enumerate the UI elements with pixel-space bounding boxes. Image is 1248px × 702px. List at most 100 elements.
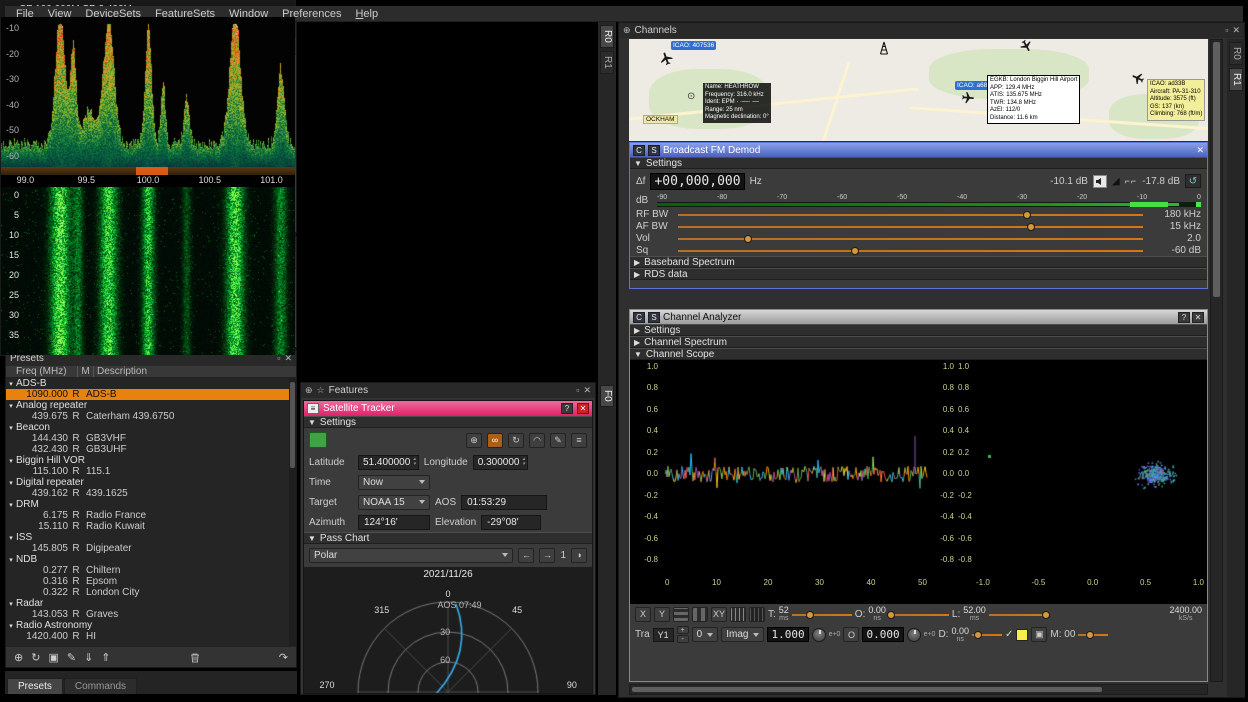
menu-icon[interactable]: ≡	[571, 433, 587, 448]
trace-visible-check[interactable]: ✓	[1005, 629, 1013, 640]
ndb-symbol[interactable]: ⊙	[687, 91, 695, 102]
spectrum-plot[interactable]: -10-20-30-40-50-60	[1, 17, 295, 167]
link-icon[interactable]: ∞	[487, 433, 503, 448]
amplitude-display[interactable]: 1.000	[767, 627, 808, 642]
horizontal-scrollbar[interactable]	[629, 684, 1208, 695]
minimize-icon[interactable]: ▫	[576, 386, 579, 395]
spectrum-canvas[interactable]	[1, 17, 295, 167]
preset-item[interactable]: 1090.000RADS-B	[6, 389, 296, 400]
add-feature-icon[interactable]: ⊕	[305, 386, 313, 395]
longitude-field[interactable]: 0.300000▴▾	[473, 455, 528, 470]
add-channel-icon[interactable]: ⊕	[623, 26, 631, 35]
update-preset-icon[interactable]: ↻	[31, 651, 40, 664]
rf-bw-slider[interactable]	[678, 209, 1143, 220]
preset-item[interactable]: 1420.400RHI	[6, 631, 296, 642]
channel-c-button[interactable]: C	[633, 145, 645, 156]
speaker-icon[interactable]	[1093, 175, 1107, 188]
close-icon[interactable]: ✕	[1192, 312, 1204, 323]
icao-tag[interactable]: ICAO: 407536	[671, 41, 716, 50]
channel-scope-section[interactable]: ▼ Channel Scope	[630, 348, 1207, 360]
offset-button[interactable]: O	[843, 627, 859, 642]
offset-slider[interactable]	[889, 609, 949, 620]
feature-icon[interactable]: ≡	[307, 403, 319, 414]
close-icon[interactable]: ✕	[1196, 146, 1204, 155]
loop-icon[interactable]: ↺	[1185, 174, 1201, 188]
settings-section[interactable]: ▼ Settings	[304, 416, 592, 428]
preset-group[interactable]: ▾Biggin Hill VOR	[6, 455, 296, 466]
scrollbar-thumb[interactable]	[1213, 42, 1220, 297]
presets-scrollbar[interactable]	[289, 378, 296, 646]
fm-settings-section[interactable]: ▼ Settings	[630, 157, 1207, 169]
menu-help[interactable]: Help	[348, 8, 385, 20]
channel-analyzer-titlebar[interactable]: C S Channel Analyzer ? ✕	[630, 310, 1207, 324]
features-titlebar[interactable]: ⊕ ☆ Features ▫ ✕	[301, 383, 595, 398]
load-preset-icon[interactable]: ↷	[279, 651, 288, 664]
channel-s-button[interactable]: S	[648, 145, 660, 156]
trace-offset-display[interactable]: 0.000	[862, 627, 903, 642]
vertical-split-icon[interactable]	[692, 607, 708, 622]
tab-commands[interactable]: Commands	[64, 678, 137, 694]
chart-mode-combo[interactable]: Polar	[309, 548, 513, 563]
time-slider[interactable]	[792, 609, 852, 620]
preset-item[interactable]: 143.053RGraves	[6, 609, 296, 620]
tab-r1-vertical[interactable]: R1	[600, 51, 614, 74]
preset-item[interactable]: 144.430RGB3VHF	[6, 433, 296, 444]
delete-preset-icon[interactable]	[190, 652, 200, 663]
latitude-field[interactable]: 51.400000▴▾	[358, 455, 419, 470]
preset-group[interactable]: ▾Digital repeater	[6, 477, 296, 488]
column-m[interactable]: M	[78, 366, 94, 377]
next-pass-button[interactable]: →	[539, 548, 555, 563]
waterfall[interactable]: 05101520253035	[1, 187, 295, 355]
tab-r0-vertical[interactable]: R0	[1229, 42, 1243, 65]
star-icon[interactable]: ☆	[317, 386, 325, 395]
trace-color-swatch[interactable]	[1016, 629, 1028, 641]
edit-preset-icon[interactable]: ✎	[67, 651, 76, 664]
autostart-icon[interactable]: ↻	[508, 433, 524, 448]
preset-item[interactable]: 439.162R439.1625	[6, 488, 296, 499]
preset-group[interactable]: ▾ISS	[6, 532, 296, 543]
xy-display-button[interactable]: XY	[711, 607, 727, 622]
column-description[interactable]: Description	[94, 366, 296, 377]
preset-item[interactable]: 115.100R115.1	[6, 466, 296, 477]
grid-intensity-icon[interactable]	[749, 607, 765, 622]
add-preset-icon[interactable]: ⊕	[14, 651, 23, 664]
scrollbar-thumb[interactable]	[632, 687, 1102, 692]
analyzer-settings-section[interactable]: ▶ Settings	[630, 324, 1207, 336]
horizontal-split-icon[interactable]	[673, 607, 689, 622]
preset-item[interactable]: 145.805RDigipeater	[6, 543, 296, 554]
aircraft-icon[interactable]	[960, 90, 975, 105]
waterfall-canvas[interactable]	[1, 187, 295, 355]
minimize-icon[interactable]: ▫	[1225, 26, 1228, 35]
close-icon[interactable]: ✕	[284, 354, 292, 363]
preset-item[interactable]: 0.322RLondon City	[6, 587, 296, 598]
delta-f-display[interactable]: +00,000,000	[650, 173, 744, 190]
tab-f0-vertical[interactable]: F0	[600, 385, 614, 407]
preset-item[interactable]: 432.430RGB3UHF	[6, 444, 296, 455]
delay-slider[interactable]	[972, 629, 1002, 640]
rds-data-section[interactable]: ▶ RDS data	[630, 268, 1207, 280]
amplitude-knob[interactable]	[812, 628, 826, 642]
preset-item[interactable]: 15.110RRadio Kuwait	[6, 521, 296, 532]
trace-number-combo[interactable]: 0	[692, 627, 719, 642]
preset-group[interactable]: ▾Analog repeater	[6, 400, 296, 411]
channel-c-button[interactable]: C	[633, 312, 645, 323]
help-icon[interactable]: ?	[561, 403, 573, 414]
vertical-scrollbar[interactable]	[1210, 39, 1223, 682]
preset-item[interactable]: 439.675RCaterham 439.6750	[6, 411, 296, 422]
channel-s-button[interactable]: S	[648, 312, 660, 323]
grid-icon[interactable]	[730, 607, 746, 622]
help-icon[interactable]: ?	[1178, 312, 1190, 323]
find-target-icon[interactable]: ⊕	[466, 433, 482, 448]
preset-list[interactable]: ▾ADS-B1090.000RADS-B▾Analog repeater439.…	[6, 378, 296, 646]
memory-slider[interactable]	[1078, 629, 1108, 640]
tab-r1-vertical[interactable]: R1	[1229, 68, 1243, 91]
volume-slider[interactable]	[678, 233, 1143, 244]
projection-combo[interactable]: Imag	[721, 627, 764, 642]
satellite-tracker-titlebar[interactable]: ≡ Satellite Tracker ? ✕	[304, 401, 592, 416]
baseband-spectrum-section[interactable]: ▶ Baseband Spectrum	[630, 256, 1207, 268]
tab-presets[interactable]: Presets	[7, 678, 63, 694]
airport-info-label[interactable]: EGKB: London Biggin Hill AirportAPP: 129…	[987, 75, 1080, 124]
preset-group[interactable]: ▾Radar	[6, 598, 296, 609]
pass-chart-section[interactable]: ▼ Pass Chart	[304, 532, 592, 544]
preset-item[interactable]: 6.175RRadio France	[6, 510, 296, 521]
